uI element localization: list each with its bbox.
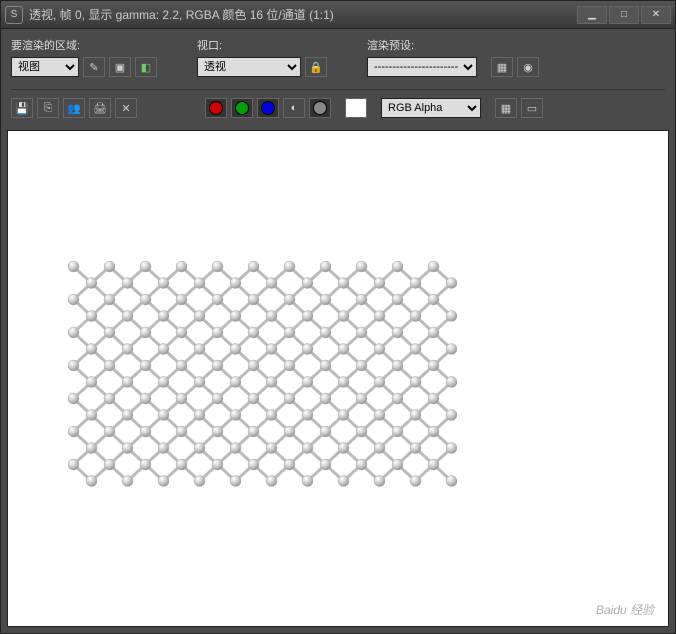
- clone-icon: 👥: [67, 102, 81, 115]
- render-window: S 透视, 帧 0, 显示 gamma: 2.2, RGBA 颜色 16 位/通…: [0, 0, 676, 634]
- print-button[interactable]: 🖨: [89, 98, 111, 118]
- region-dropdown[interactable]: 视图: [11, 57, 79, 77]
- rendered-image: [68, 261, 457, 503]
- toolbar-area: 要渲染的区域: 视图 ✎ ▣ ◧ 视口: 透视 🔒: [1, 29, 675, 124]
- maximize-button[interactable]: □: [609, 6, 639, 24]
- frame-icon: ▭: [527, 102, 537, 115]
- background-color-button[interactable]: [345, 98, 367, 118]
- render-setup-button[interactable]: ▦: [491, 57, 513, 77]
- viewport-lock-button[interactable]: 🔒: [305, 57, 327, 77]
- copy-button[interactable]: ⎘: [37, 98, 59, 118]
- red-swatch-icon: [209, 101, 223, 115]
- watermark: Baidu 经验: [596, 601, 654, 618]
- channel-dropdown[interactable]: RGB Alpha: [381, 98, 481, 118]
- minimize-button[interactable]: ▁: [577, 6, 607, 24]
- print-icon: 🖨: [93, 102, 107, 115]
- render-canvas[interactable]: Baidu 经验: [7, 130, 669, 627]
- viewport-dropdown[interactable]: 透视: [197, 57, 301, 77]
- region-label: 要渲染的区域:: [11, 37, 157, 53]
- red-channel-button[interactable]: [205, 98, 227, 118]
- clone-button[interactable]: 👥: [63, 98, 85, 118]
- alpha-channel-button[interactable]: ◐: [283, 98, 305, 118]
- region-crop-button[interactable]: ▣: [109, 57, 131, 77]
- save-button[interactable]: 💾: [11, 98, 33, 118]
- region-edit-button[interactable]: ✎: [83, 57, 105, 77]
- toggle-frame-button[interactable]: ▭: [521, 98, 543, 118]
- copy-icon: ⎘: [44, 102, 53, 115]
- green-channel-button[interactable]: [231, 98, 253, 118]
- green-swatch-icon: [235, 101, 249, 115]
- preset-group: 渲染预设: ------------------------ ▦ ◉: [367, 37, 539, 77]
- toggle-overlay-button[interactable]: ▦: [495, 98, 517, 118]
- viewport-group: 视口: 透视 🔒: [197, 37, 327, 77]
- region-group: 要渲染的区域: 视图 ✎ ▣ ◧: [11, 37, 157, 77]
- preset-label: 渲染预设:: [367, 37, 539, 53]
- region-safe-button[interactable]: ◧: [135, 57, 157, 77]
- app-icon: S: [5, 6, 23, 24]
- render-setup-icon: ▦: [497, 61, 507, 74]
- render-button[interactable]: ◉: [517, 57, 539, 77]
- clear-icon: ✕: [121, 102, 130, 115]
- clear-button[interactable]: ✕: [115, 98, 137, 118]
- overlay-icon: ▦: [501, 102, 511, 115]
- close-button[interactable]: ✕: [641, 6, 671, 24]
- titlebar: S 透视, 帧 0, 显示 gamma: 2.2, RGBA 颜色 16 位/通…: [1, 1, 675, 29]
- window-title: 透视, 帧 0, 显示 gamma: 2.2, RGBA 颜色 16 位/通道 …: [29, 6, 334, 23]
- lock-icon: 🔒: [309, 61, 323, 74]
- hex-lattice-graphic: [68, 261, 457, 503]
- mono-channel-button[interactable]: [309, 98, 331, 118]
- preset-dropdown[interactable]: ------------------------: [367, 57, 477, 77]
- blue-swatch-icon: [261, 101, 275, 115]
- alpha-icon: ◐: [291, 102, 298, 114]
- render-icon: ◉: [523, 61, 533, 74]
- save-icon: 💾: [15, 102, 29, 115]
- viewport-label: 视口:: [197, 37, 327, 53]
- blue-channel-button[interactable]: [257, 98, 279, 118]
- gray-swatch-icon: [313, 101, 327, 115]
